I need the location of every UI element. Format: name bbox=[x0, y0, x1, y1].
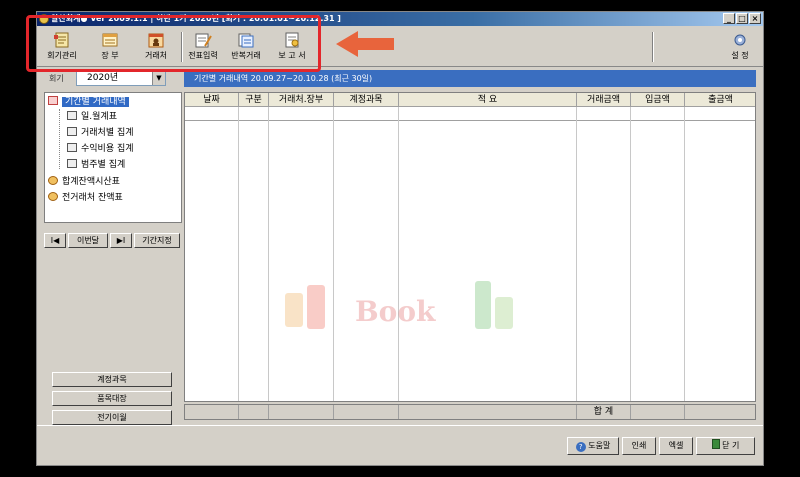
footer-cell bbox=[269, 405, 334, 419]
column-divider bbox=[238, 107, 239, 401]
column-date[interactable]: 날짜 bbox=[185, 93, 239, 107]
settings-gear-icon bbox=[734, 34, 746, 46]
toolbar-label: 설 정 bbox=[731, 51, 749, 60]
calendar-icon bbox=[48, 96, 58, 105]
fiscal-year-row: 회기 2020년 ▼ bbox=[44, 70, 182, 87]
bottom-action-bar: ? 도움말 인쇄 엑셀 닫 기 bbox=[37, 425, 763, 465]
fiscal-year-select[interactable]: 2020년 ▼ bbox=[76, 71, 166, 86]
fiscal-year-label: 회기 bbox=[49, 74, 64, 83]
close-button[interactable]: 닫 기 bbox=[696, 437, 755, 455]
table-icon bbox=[67, 143, 77, 152]
column-divider bbox=[398, 107, 399, 401]
footer-cell bbox=[185, 405, 239, 419]
chevron-down-icon[interactable]: ▼ bbox=[152, 72, 165, 85]
watermark-logo: Book bbox=[285, 281, 513, 329]
footer-cell bbox=[631, 405, 685, 419]
grid-footer: 합 계 bbox=[184, 404, 756, 420]
close-window-button[interactable]: × bbox=[749, 13, 761, 24]
help-label: 도움말 bbox=[588, 441, 611, 450]
tree-item-period-transactions[interactable]: 기간별 거래내역 bbox=[48, 95, 129, 110]
items-ledger-button[interactable]: 품목대장 bbox=[52, 391, 172, 406]
minimize-button[interactable]: _ bbox=[723, 13, 735, 24]
column-deposit[interactable]: 입금액 bbox=[631, 93, 685, 107]
period-nav: I◀ 이번달 ▶I 기간지정 bbox=[44, 233, 182, 248]
maximize-button[interactable]: □ bbox=[736, 13, 748, 24]
fiscal-year-value: 2020년 bbox=[87, 73, 119, 83]
footer-cell bbox=[399, 405, 577, 419]
column-account[interactable]: 계정과목 bbox=[334, 93, 399, 107]
column-type[interactable]: 구분 bbox=[239, 93, 269, 107]
table-icon bbox=[67, 159, 77, 168]
tree-item-by-customer[interactable]: 거래처별 집계 bbox=[67, 126, 134, 141]
column-amount[interactable]: 거래금액 bbox=[577, 93, 631, 107]
period-header: 기간별 거래내역 20.09.27~20.10.28 (최근 30일) bbox=[184, 70, 756, 87]
footer-cell bbox=[685, 405, 755, 419]
main-panel: 기간별 거래내역 20.09.27~20.10.28 (최근 30일) 날짜 구… bbox=[184, 70, 756, 422]
left-arrow-annotation-icon bbox=[336, 31, 394, 57]
help-button[interactable]: ? 도움말 bbox=[567, 437, 619, 455]
table-icon bbox=[67, 111, 77, 120]
scale-icon bbox=[48, 176, 58, 185]
print-button[interactable]: 인쇄 bbox=[622, 437, 656, 455]
account-titles-button[interactable]: 계정과목 bbox=[52, 372, 172, 387]
this-month-button[interactable]: 이번달 bbox=[68, 233, 108, 248]
screen-frame: 알찬회계● Ver 2009.1.1 | 하반 1기 2020년 [회기 : 2… bbox=[0, 0, 800, 477]
report-tree: 기간별 거래내역 일.월계표 거래처별 집계 수익비용 집계 범주별 집계 합계… bbox=[44, 92, 182, 223]
column-divider bbox=[630, 107, 631, 401]
tree-item-customer-balance[interactable]: 전거래처 잔액표 bbox=[48, 191, 123, 206]
last-period-button[interactable]: ▶I bbox=[110, 233, 132, 248]
column-divider bbox=[684, 107, 685, 401]
tree-item-income-expense[interactable]: 수익비용 집계 bbox=[67, 142, 134, 157]
exit-door-icon bbox=[711, 439, 720, 449]
scale-icon bbox=[48, 192, 58, 201]
app-window: 알찬회계● Ver 2009.1.1 | 하반 1기 2020년 [회기 : 2… bbox=[36, 11, 764, 466]
excel-button[interactable]: 엑셀 bbox=[659, 437, 693, 455]
tree-item-trial-balance[interactable]: 합계잔액시산표 bbox=[48, 175, 120, 190]
table-icon bbox=[67, 127, 77, 136]
column-memo[interactable]: 적 요 bbox=[399, 93, 577, 107]
column-divider bbox=[333, 107, 334, 401]
toolbar-highlight-box bbox=[26, 15, 321, 72]
toolbar-settings-button[interactable]: 설 정 bbox=[719, 30, 761, 64]
carry-forward-button[interactable]: 전기이월 bbox=[52, 410, 172, 425]
watermark-text: Book bbox=[355, 295, 436, 328]
table-row[interactable] bbox=[185, 107, 755, 121]
tree-item-daily-monthly[interactable]: 일.월계표 bbox=[67, 110, 117, 125]
column-customer[interactable]: 거래처.장부 bbox=[269, 93, 334, 107]
window-controls: _ □ × bbox=[723, 13, 761, 24]
date-range-button[interactable]: 기간지정 bbox=[134, 233, 180, 248]
close-label: 닫 기 bbox=[722, 441, 740, 450]
column-divider bbox=[576, 107, 577, 401]
column-divider bbox=[268, 107, 269, 401]
footer-cell bbox=[334, 405, 399, 419]
footer-cell bbox=[239, 405, 269, 419]
left-panel: 회기 2020년 ▼ 기간별 거래내역 일.월계표 거래처별 집계 수익비용 집… bbox=[44, 70, 182, 425]
tree-connector bbox=[59, 109, 60, 169]
tree-item-by-category[interactable]: 범주별 집계 bbox=[67, 158, 125, 173]
total-label: 합 계 bbox=[577, 405, 631, 419]
transactions-grid[interactable]: 날짜 구분 거래처.장부 계정과목 적 요 거래금액 입금액 출금액 Book bbox=[184, 92, 756, 402]
column-withdrawal[interactable]: 출금액 bbox=[685, 93, 755, 107]
first-period-button[interactable]: I◀ bbox=[44, 233, 66, 248]
toolbar-separator bbox=[652, 32, 654, 62]
help-icon: ? bbox=[575, 442, 586, 452]
